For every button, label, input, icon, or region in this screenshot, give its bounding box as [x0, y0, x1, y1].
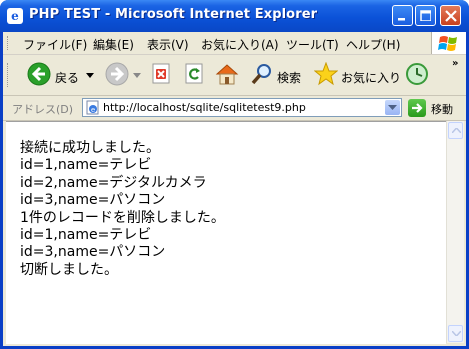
browser-window: e PHP TEST - Microsoft Internet Explorer…	[0, 0, 469, 349]
go-button[interactable]	[408, 99, 426, 117]
menu-tools[interactable]: ツール(T)	[286, 36, 339, 53]
menu-help[interactable]: ヘルプ(H)	[346, 36, 400, 53]
toolbar-overflow-chevron-icon[interactable]: »	[452, 58, 458, 69]
back-button-label[interactable]: 戻る	[55, 69, 79, 86]
forward-dropdown-icon	[133, 73, 141, 78]
output-line: 1件のレコードを削除しました。	[20, 209, 225, 226]
scroll-up-arrow-icon	[452, 128, 461, 133]
output-line: 接続に成功しました。	[20, 140, 160, 156]
forward-arrow-icon	[105, 62, 129, 86]
menubar-grip[interactable]	[7, 36, 11, 50]
output-line: id=3,name=パソコン	[20, 192, 166, 209]
back-arrow-icon[interactable]	[27, 62, 51, 86]
vertical-scrollbar[interactable]	[446, 121, 464, 343]
scroll-down-arrow-icon	[452, 331, 461, 336]
refresh-icon[interactable]	[185, 63, 205, 85]
output-line: id=3,name=パソコン	[20, 244, 166, 261]
go-button-label[interactable]: 移動	[431, 101, 453, 117]
media-history-icon[interactable]	[405, 62, 429, 86]
svg-text:e: e	[91, 106, 95, 114]
stop-icon[interactable]	[152, 63, 172, 85]
output-line: 切断しました。	[20, 261, 118, 278]
output-text: 接続に成功しました。 id=1,name=テレビ id=2,name=デジタルカ…	[20, 140, 225, 279]
close-icon	[445, 10, 457, 22]
toolbar-grip[interactable]	[7, 63, 11, 87]
ie-logo-icon: e	[7, 8, 23, 24]
title-bar[interactable]: e PHP TEST - Microsoft Internet Explorer	[0, 0, 469, 32]
page-content: 接続に成功しました。 id=1,name=テレビ id=2,name=デジタルカ…	[6, 121, 446, 344]
search-icon[interactable]	[251, 62, 273, 86]
back-dropdown-icon[interactable]	[86, 73, 94, 78]
address-input[interactable]: e http://localhost/sqlite/sqlitetest9.ph…	[82, 98, 402, 117]
output-line: id=1,name=テレビ	[20, 227, 152, 244]
address-dropdown-button[interactable]	[385, 100, 400, 115]
standard-toolbar: 戻る 検索 お気に入り »	[3, 55, 466, 96]
menu-edit[interactable]: 編集(E)	[93, 36, 134, 53]
minimize-button[interactable]	[392, 5, 413, 26]
address-label: アドレス(D)	[12, 103, 74, 116]
favorites-star-icon[interactable]	[314, 62, 338, 86]
favorites-button-label[interactable]: お気に入り	[341, 69, 401, 86]
output-line: id=2,name=デジタルカメラ	[20, 174, 207, 191]
maximize-icon	[420, 10, 431, 21]
close-button[interactable]	[440, 5, 461, 26]
scroll-up-button[interactable]	[448, 122, 463, 139]
search-button-label[interactable]: 検索	[277, 69, 301, 86]
page-icon: e	[86, 100, 99, 115]
scroll-down-button[interactable]	[448, 325, 463, 342]
menu-view[interactable]: 表示(V)	[147, 36, 189, 53]
menu-favorites[interactable]: お気に入り(A)	[201, 36, 279, 53]
chevron-down-icon	[388, 105, 397, 110]
maximize-button[interactable]	[415, 5, 436, 26]
menu-file[interactable]: ファイル(F)	[23, 36, 87, 53]
minimize-icon	[398, 18, 405, 21]
address-bar: アドレス(D) e http://localhost/sqlite/sqlite…	[3, 96, 466, 121]
menu-bar: ファイル(F) 編集(E) 表示(V) お気に入り(A) ツール(T) ヘルプ(…	[3, 32, 466, 55]
windows-flag-icon	[431, 32, 466, 54]
output-line: id=1,name=テレビ	[20, 157, 152, 174]
go-arrow-icon	[412, 103, 423, 113]
window-title: PHP TEST - Microsoft Internet Explorer	[29, 7, 318, 22]
home-icon[interactable]	[215, 62, 239, 86]
address-url: http://localhost/sqlite/sqlitetest9.php	[103, 101, 306, 114]
